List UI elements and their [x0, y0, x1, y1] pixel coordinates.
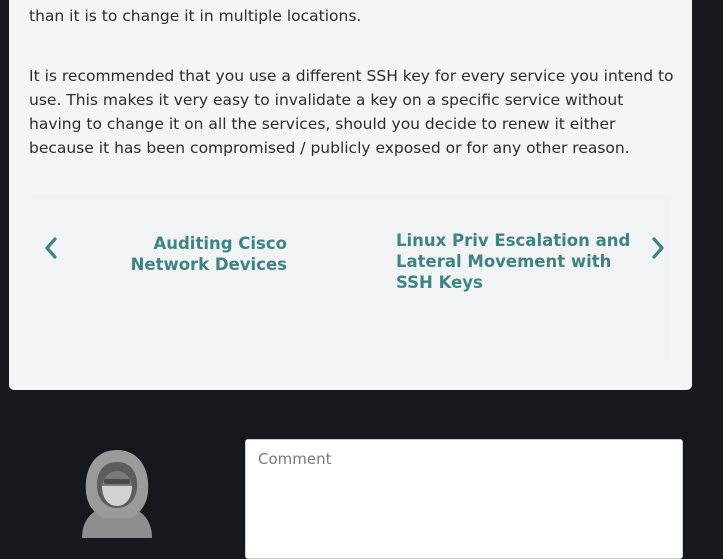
previous-post-link[interactable]: Auditing Cisco Network Devices [39, 233, 289, 283]
next-post-title: Linux Priv Escalation and Lateral Moveme… [396, 231, 631, 292]
post-navigation: Auditing Cisco Network Devices Linux Pri… [31, 195, 671, 360]
article-paragraph: It is recommended that you use a differe… [29, 67, 674, 157]
article-paragraph: If a keypair becomes compromised, it is … [29, 0, 646, 25]
chevron-right-icon [652, 237, 664, 259]
chevron-left-icon [45, 237, 57, 259]
user-avatar-icon [82, 450, 152, 538]
next-post-link[interactable]: Linux Priv Escalation and Lateral Moveme… [383, 230, 673, 300]
comment-input[interactable] [245, 439, 683, 559]
article-card: If a keypair becomes compromised, it is … [9, 0, 692, 390]
previous-post-title: Auditing Cisco Network Devices [130, 234, 287, 274]
